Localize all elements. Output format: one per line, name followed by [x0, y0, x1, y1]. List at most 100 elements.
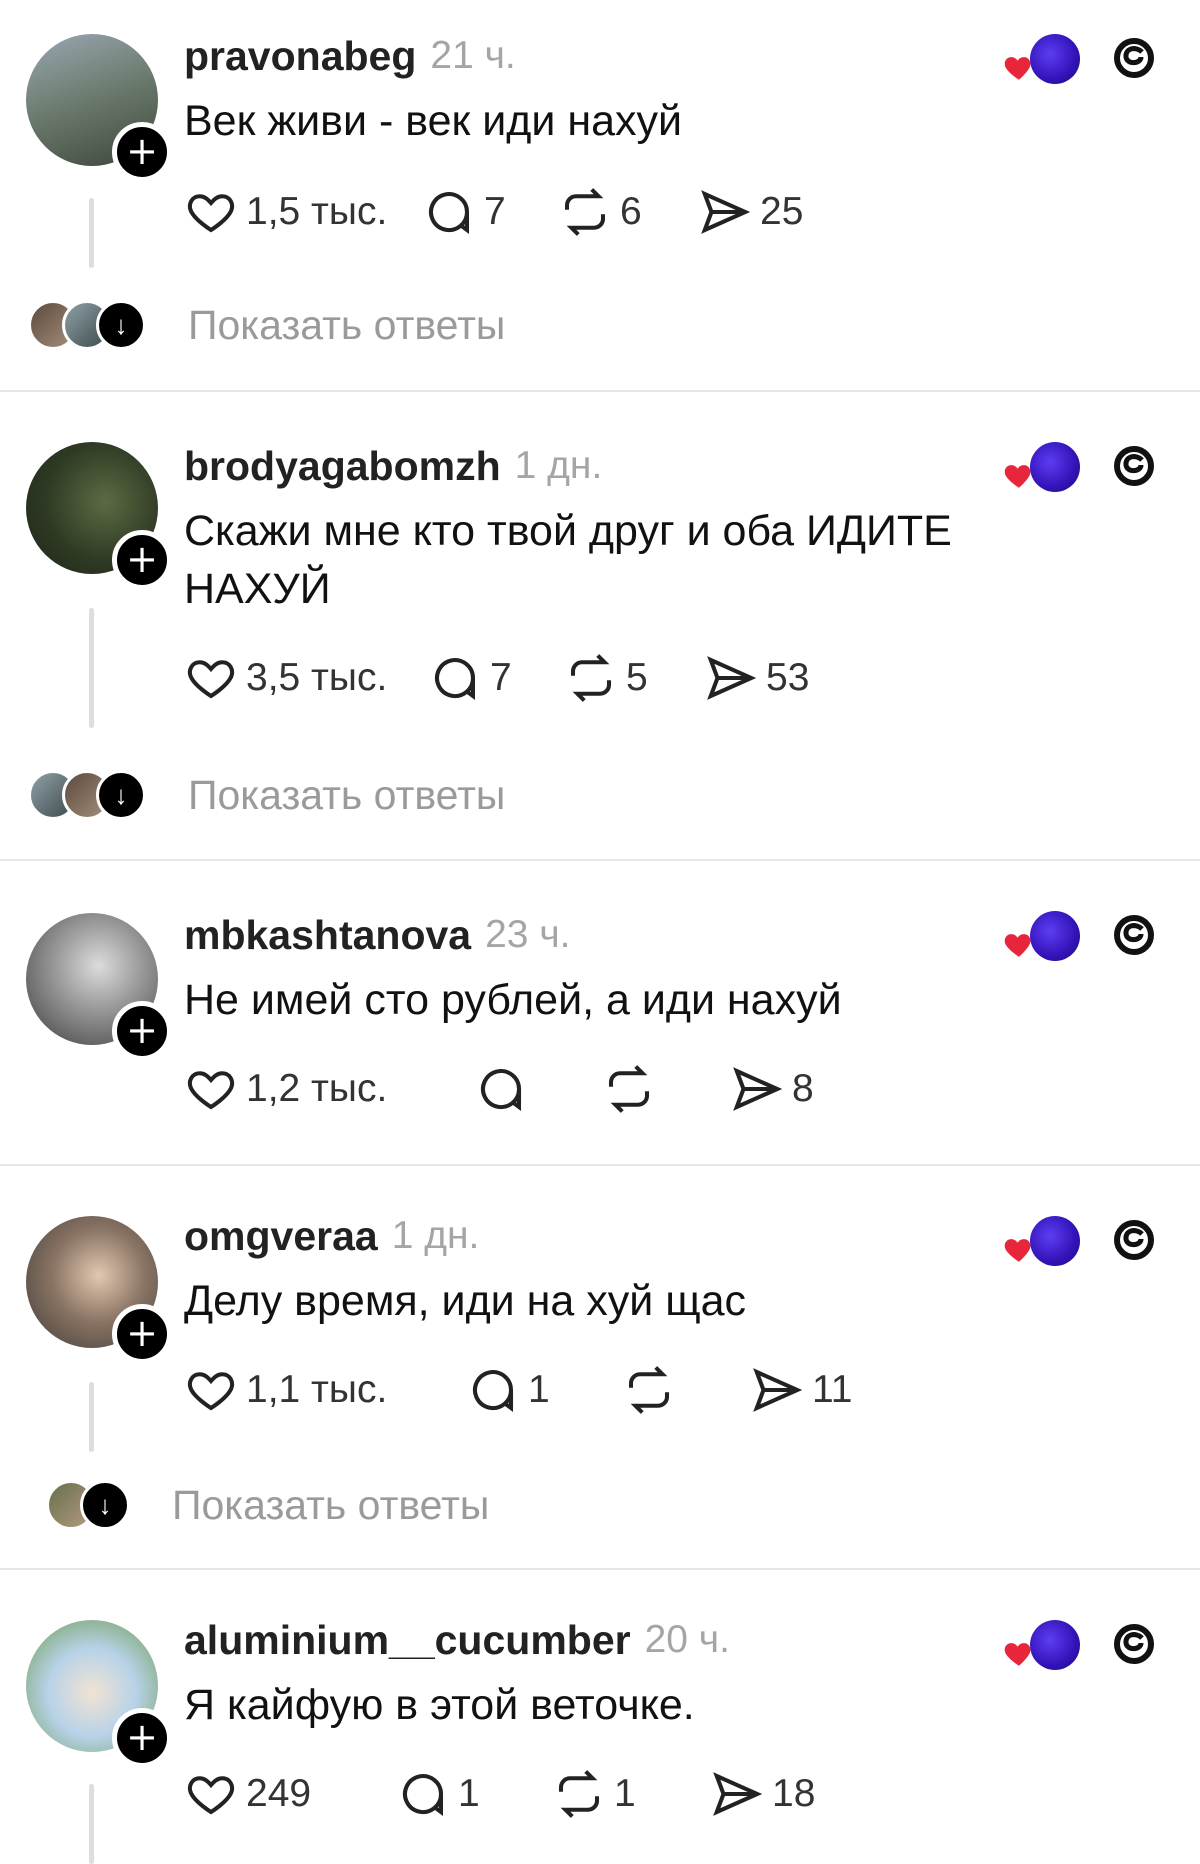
share-button[interactable]: 18 [710, 1767, 815, 1821]
username[interactable]: pravonabeg [184, 33, 416, 80]
post: + aluminium__cucumber 20 ч. Я кайфую в э… [0, 1570, 1200, 1864]
like-button[interactable]: 3,5 тыс. [184, 651, 428, 705]
avatar[interactable]: + [26, 34, 172, 182]
comment-count: 7 [490, 656, 512, 699]
post-header: pravonabeg 21 ч. [184, 30, 1200, 82]
like-count: 1,5 тыс. [246, 190, 388, 233]
arrow-down-icon: ↓ [96, 300, 146, 350]
share-button[interactable]: 11 [750, 1363, 853, 1417]
heart-outline-icon [187, 1372, 235, 1411]
show-replies-link[interactable]: Показать ответы [188, 302, 505, 349]
speech-bubble-icon [429, 192, 470, 234]
timestamp: 1 дн. [391, 1214, 480, 1257]
action-bar: 1,2 тыс. 8 [184, 1059, 1200, 1119]
speech-bubble-icon [403, 1774, 444, 1816]
action-bar: 3,5 тыс. 7 5 53 [184, 648, 1200, 708]
repost-button[interactable]: 6 [558, 185, 698, 239]
share-count: 11 [812, 1368, 853, 1411]
heart-outline-icon [187, 660, 235, 699]
avatar[interactable]: + [26, 1216, 172, 1364]
post-text: Век живи - век иди нахуй [184, 97, 683, 145]
follow-plus-icon[interactable]: + [112, 530, 172, 590]
comment-count: 7 [484, 190, 506, 233]
post-header: brodyagabomzh 1 дн. [184, 440, 1200, 492]
repost-button[interactable]: 5 [564, 651, 704, 705]
avatar[interactable]: + [26, 1620, 172, 1768]
like-count: 1,2 тыс. [246, 1067, 388, 1110]
share-button[interactable]: 53 [704, 651, 809, 705]
repost-count: 6 [620, 190, 642, 233]
follow-plus-icon[interactable]: + [112, 1001, 172, 1061]
show-replies-row[interactable]: ↓ Показать ответы [28, 300, 505, 350]
replies-feed: + pravonabeg 21 ч. Век живи - век иди на… [0, 0, 1200, 1864]
avatar[interactable]: + [26, 442, 172, 590]
comment-button[interactable]: 1 [396, 1767, 552, 1821]
follow-plus-icon[interactable]: + [112, 122, 172, 182]
comment-button[interactable]: 7 [422, 185, 558, 239]
post-header: omgveraa 1 дн. [184, 1210, 1200, 1262]
post-text: Я кайфую в этой веточке. [184, 1681, 695, 1729]
comment-count: 1 [458, 1772, 480, 1815]
timestamp: 1 дн. [514, 444, 603, 487]
comment-button[interactable] [474, 1062, 602, 1116]
post-header: aluminium__cucumber 20 ч. [184, 1614, 1200, 1666]
post: + omgveraa 1 дн. Делу время, иди на хуй … [0, 1166, 1200, 1570]
send-arrow-icon [733, 1067, 783, 1111]
thread-line [89, 608, 94, 728]
share-count: 25 [760, 190, 804, 233]
thread-line [89, 198, 94, 268]
send-arrow-icon [753, 1368, 803, 1412]
comment-button[interactable]: 7 [428, 651, 564, 705]
repost-arrows-icon [628, 1366, 670, 1414]
arrow-down-icon: ↓ [96, 770, 146, 820]
like-button[interactable]: 1,5 тыс. [184, 185, 422, 239]
heart-outline-icon [187, 194, 235, 233]
post-body: pravonabeg 21 ч. Век живи - век иди наху… [184, 30, 1200, 242]
show-replies-row[interactable]: ↓ Показать ответы [28, 770, 505, 820]
repost-arrows-icon [608, 1065, 650, 1113]
follow-plus-icon[interactable]: + [112, 1708, 172, 1768]
share-button[interactable]: 8 [730, 1062, 814, 1116]
repost-arrows-icon [564, 188, 606, 236]
repost-button[interactable] [602, 1062, 730, 1116]
repost-button[interactable] [622, 1363, 750, 1417]
post: + mbkashtanova 23 ч. Не имей сто рублей,… [0, 861, 1200, 1166]
like-count: 1,1 тыс. [246, 1368, 388, 1411]
speech-bubble-icon [435, 658, 476, 700]
post-body: omgveraa 1 дн. Делу время, иди на хуй ща… [184, 1210, 1200, 1420]
repost-arrows-icon [558, 1770, 600, 1818]
show-replies-link[interactable]: Показать ответы [172, 1482, 489, 1529]
follow-plus-icon[interactable]: + [112, 1304, 172, 1364]
comment-button[interactable]: 1 [466, 1363, 622, 1417]
post-header: mbkashtanova 23 ч. [184, 909, 1200, 961]
username[interactable]: mbkashtanova [184, 912, 471, 959]
username[interactable]: aluminium__cucumber [184, 1617, 631, 1664]
repost-count: 1 [614, 1772, 636, 1815]
username[interactable]: brodyagabomzh [184, 443, 501, 490]
share-count: 18 [772, 1772, 816, 1815]
post-text: Делу время, иди на хуй щас [184, 1277, 747, 1325]
send-arrow-icon [713, 1772, 763, 1816]
post: + pravonabeg 21 ч. Век живи - век иди на… [0, 0, 1200, 392]
show-replies-row[interactable]: ↓ Показать ответы [46, 1480, 489, 1530]
repost-count: 5 [626, 656, 648, 699]
thread-line [89, 1382, 94, 1452]
post: + brodyagabomzh 1 дн. Скажи мне кто твой… [0, 392, 1200, 861]
like-button[interactable]: 1,1 тыс. [184, 1363, 466, 1417]
share-count: 8 [792, 1067, 814, 1110]
show-replies-link[interactable]: Показать ответы [188, 772, 505, 819]
repost-arrows-icon [570, 654, 612, 702]
username[interactable]: omgveraa [184, 1213, 378, 1260]
like-count: 249 [246, 1772, 312, 1815]
thread-line [89, 1784, 94, 1864]
send-arrow-icon [701, 190, 751, 234]
heart-outline-icon [187, 1776, 235, 1815]
post-text: Не имей сто рублей, а иди нахуй [184, 976, 842, 1024]
like-button[interactable]: 1,2 тыс. [184, 1062, 474, 1116]
share-button[interactable]: 25 [698, 185, 803, 239]
action-bar: 249 1 1 18 [184, 1764, 1200, 1824]
avatar[interactable]: + [26, 913, 172, 1061]
speech-bubble-icon [481, 1069, 522, 1111]
like-button[interactable]: 249 [184, 1767, 396, 1821]
repost-button[interactable]: 1 [552, 1767, 710, 1821]
